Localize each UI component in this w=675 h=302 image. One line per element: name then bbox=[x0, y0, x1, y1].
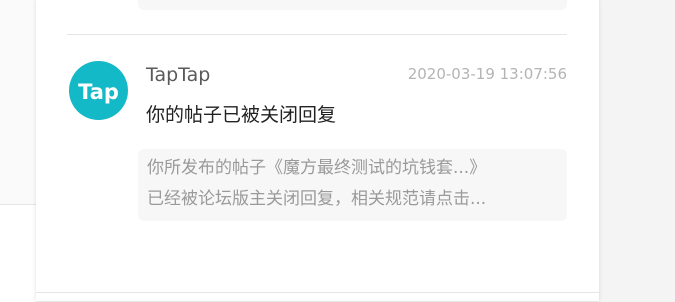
notification-panel: Tap TapTap 2020-03-19 13:07:56 你的帖子已被关闭回… bbox=[36, 0, 599, 301]
divider bbox=[67, 34, 567, 35]
snippet-line-2: 已经被论坛版主关闭回复，相关规范请点击... bbox=[147, 189, 487, 209]
background-right bbox=[599, 0, 675, 301]
snippet-line-1: 你所发布的帖子《魔方最终测试的坑钱套...》 bbox=[147, 158, 487, 178]
bottom-divider bbox=[36, 292, 599, 293]
avatar-text: Tap bbox=[78, 80, 119, 104]
notification-title: 你的帖子已被关闭回复 bbox=[146, 104, 337, 126]
avatar[interactable]: Tap bbox=[69, 61, 128, 120]
previous-message-snippet bbox=[138, 0, 567, 10]
sender-name: TapTap bbox=[146, 64, 211, 86]
message-snippet[interactable]: 你所发布的帖子《魔方最终测试的坑钱套...》 已经被论坛版主关闭回复，相关规范请… bbox=[138, 149, 567, 221]
timestamp: 2020-03-19 13:07:56 bbox=[407, 65, 567, 83]
background-left-lower bbox=[0, 204, 36, 302]
taptap-logo-icon: Tap bbox=[78, 80, 119, 104]
